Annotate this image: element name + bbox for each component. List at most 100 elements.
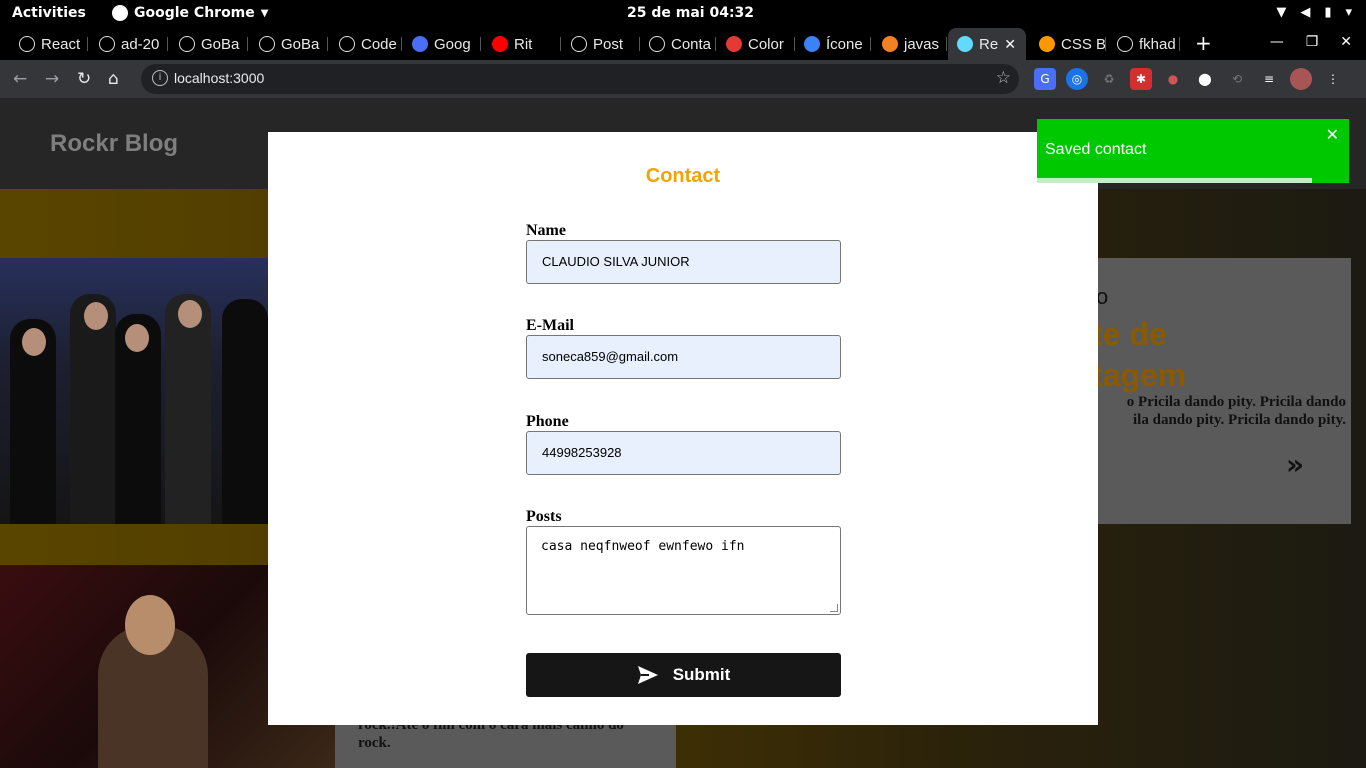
activities-button[interactable]: Activities: [12, 5, 86, 21]
tab-5[interactable]: Goog: [403, 28, 481, 60]
volume-icon: ◀: [1300, 5, 1311, 20]
tab-11[interactable]: javas: [873, 28, 947, 60]
forward-icon[interactable]: →: [45, 69, 59, 89]
post-excerpt: o Pricila dando pity. Pricila dando ila …: [1126, 394, 1346, 428]
band-member-face: [22, 328, 46, 356]
singer-face: [125, 595, 175, 655]
tab-12[interactable]: Re ✕: [948, 28, 1026, 60]
close-tab-icon[interactable]: ✕: [1004, 36, 1016, 53]
post-title: te de tagem: [1092, 316, 1187, 393]
blue-circle-extension-icon[interactable]: ◎: [1066, 68, 1088, 90]
tab-label: CSS B: [1061, 35, 1106, 53]
profile-avatar[interactable]: [1290, 68, 1312, 90]
site-brand[interactable]: Rockr Blog: [50, 130, 178, 158]
tab-separator: [247, 37, 248, 51]
site-info-icon[interactable]: i: [152, 70, 168, 86]
back-icon[interactable]: ←: [13, 69, 27, 89]
tab-label: Conta: [671, 35, 712, 53]
system-top-bar: Activities Google Chrome ▼ 25 de mai 04:…: [0, 0, 1366, 28]
tab-label: GoBa: [201, 35, 240, 53]
sync-extension-icon[interactable]: ⟲: [1226, 68, 1248, 90]
youtube-icon: [492, 36, 508, 52]
reload-icon[interactable]: ↻: [77, 69, 91, 89]
tab-8[interactable]: Conta: [640, 28, 716, 60]
band-member-figure: [165, 294, 211, 524]
tab-label: fkhad: [1139, 35, 1176, 53]
phone-input[interactable]: 44998253928: [526, 431, 841, 475]
tab-1[interactable]: ad-20: [90, 28, 168, 60]
system-tray[interactable]: ▼ ◀ ▮ ▾: [1276, 5, 1352, 20]
github-icon: [179, 36, 195, 52]
tab-7[interactable]: Post: [562, 28, 640, 60]
email-input[interactable]: soneca859@gmail.com: [526, 335, 841, 379]
material-icon: [726, 36, 742, 52]
post-image-band[interactable]: [0, 258, 268, 524]
tab-3[interactable]: GoBa: [250, 28, 328, 60]
tab-separator: [946, 37, 947, 51]
address-bar[interactable]: i localhost:3000 ☆: [141, 64, 1019, 94]
github-extension-icon[interactable]: ⬤: [1194, 68, 1216, 90]
tab-2[interactable]: GoBa: [170, 28, 248, 60]
clock[interactable]: 25 de mai 04:32: [627, 5, 754, 21]
read-more-icon[interactable]: »: [1286, 448, 1304, 481]
github-icon: [1117, 36, 1133, 52]
tab-9[interactable]: Color: [717, 28, 795, 60]
name-label: Name: [526, 222, 566, 239]
band-member-face: [125, 324, 149, 352]
band-member-face: [84, 302, 108, 330]
band-member-figure: [222, 299, 268, 524]
tab-4[interactable]: Code: [330, 28, 402, 60]
power-menu-icon: ▾: [1345, 5, 1352, 20]
posts-textarea[interactable]: casa neqfnweof ewnfewo ifn: [526, 526, 841, 615]
resize-grip-icon[interactable]: [830, 604, 838, 612]
post-card[interactable]: o te de tagem o Pricila dando pity. Pric…: [1092, 258, 1351, 524]
media-control-icon[interactable]: ≡: [1258, 68, 1280, 90]
tab-label: Goog: [434, 35, 471, 53]
tab-14[interactable]: fkhad: [1108, 28, 1180, 60]
recycle-extension-icon[interactable]: ♻: [1098, 68, 1120, 90]
submit-button[interactable]: Submit: [526, 653, 841, 697]
close-icon[interactable]: ✕: [1326, 125, 1339, 144]
globe-icon: [649, 36, 665, 52]
tab-label: Re: [979, 35, 999, 53]
toast-notification[interactable]: Saved contact ✕: [1037, 119, 1349, 183]
tab-separator: [480, 37, 481, 51]
home-icon[interactable]: ⌂: [108, 69, 119, 89]
minimize-icon[interactable]: —: [1270, 34, 1284, 50]
caret-down-icon: ▼: [260, 7, 269, 19]
band-member-face: [178, 300, 202, 328]
tab-separator: [167, 37, 168, 51]
stackoverflow-icon: [882, 36, 898, 52]
ghost-extension-icon[interactable]: ●: [1162, 68, 1184, 90]
tab-label: Color: [748, 35, 784, 53]
tab-separator: [327, 37, 328, 51]
tab-label: ad-20: [121, 35, 160, 53]
bookmark-star-icon[interactable]: ☆: [996, 68, 1011, 88]
app-menu[interactable]: Google Chrome ▼: [112, 5, 268, 21]
tab-10[interactable]: Ícone: [795, 28, 871, 60]
red-extension-icon[interactable]: ✱: [1130, 68, 1152, 90]
tab-separator: [1105, 37, 1106, 51]
new-tab-icon[interactable]: +: [1195, 31, 1212, 55]
name-input[interactable]: CLAUDIO SILVA JUNIOR: [526, 240, 841, 284]
github-icon: [259, 36, 275, 52]
email-label: E-Mail: [526, 317, 574, 334]
tab-label: javas: [904, 35, 940, 53]
github-icon: [19, 36, 35, 52]
tab-6[interactable]: Rit: [483, 28, 561, 60]
chrome-menu-icon[interactable]: ⋮: [1322, 68, 1344, 90]
send-icon: [637, 666, 658, 684]
tab-0[interactable]: React: [10, 28, 88, 60]
vscode-icon: [804, 36, 820, 52]
url-text[interactable]: localhost:3000: [174, 70, 264, 86]
close-window-icon[interactable]: ✕: [1340, 34, 1352, 50]
tab-label: Ícone: [826, 35, 863, 53]
app-name: Google Chrome: [134, 5, 255, 21]
translate-extension-icon[interactable]: G: [1034, 68, 1056, 90]
tab-separator: [401, 37, 402, 51]
google-translate-icon: [412, 36, 428, 52]
tab-13[interactable]: CSS B: [1030, 28, 1106, 60]
maximize-icon[interactable]: ❐: [1306, 34, 1319, 50]
tab-label: Post: [593, 35, 624, 53]
tab-separator: [715, 37, 716, 51]
